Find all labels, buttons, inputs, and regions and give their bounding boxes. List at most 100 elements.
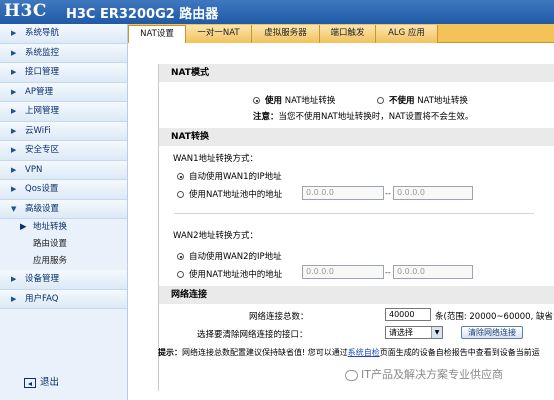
wan2-pool-end-input[interactable]: 0.0.0.0 (393, 265, 473, 279)
chevron-right-icon: ▶ (11, 165, 17, 174)
tab-bar: NAT设置 一对一NAT 虚拟服务器 端口触发 ALG 应用 (128, 24, 554, 43)
sidebar-item-vpn[interactable]: ▶ VPN (0, 160, 127, 180)
wan1-pool-label: 使用NAT地址池中的地址 (189, 190, 283, 200)
wan2-pool-option[interactable]: 使用NAT地址池中的地址 (177, 268, 282, 280)
chevron-right-icon: ▶ (11, 185, 17, 193)
wan1-auto-option[interactable]: 自动使用WAN1的IP地址 (177, 170, 282, 182)
clear-interface-label: 选择要清除网络连接的接口： (197, 330, 308, 340)
sidebar-item-qos[interactable]: ▶ Qos设置 (0, 180, 127, 200)
sidebar-item-interface[interactable]: ▶ 接口管理 (0, 63, 127, 83)
wan1-pool-option[interactable]: 使用NAT地址池中的地址 (177, 188, 282, 200)
tip-text-after: 页面生成的设备自检报告中查看到设备当前运 (379, 348, 540, 357)
wan2-label: WAN2地址转换方式： (173, 231, 259, 241)
watermark: IT产品及解决方案专业供应商 (345, 366, 503, 382)
tab-alg[interactable]: ALG 应用 (376, 25, 438, 43)
wan2-pool-label: 使用NAT地址池中的地址 (189, 270, 283, 280)
chevron-right-icon: ▶ (11, 294, 17, 303)
wan1-auto-label: 自动使用WAN1的IP地址 (189, 172, 282, 182)
main-content: NAT模式 使用 NAT地址转换 不使用 NAT地址转换 注意：当您不使用NAT… (128, 43, 554, 400)
wan1-pool-start-input[interactable]: 0.0.0.0 (302, 186, 384, 200)
sidebar-item-advanced[interactable]: ▼ 高级设置 (0, 199, 127, 219)
chevron-right-icon: ▶ (11, 146, 17, 154)
clear-interface-selected: 请选择 (389, 328, 413, 337)
sidebar-subitem-nat[interactable]: ▶ 地址转换 (0, 219, 127, 236)
chevron-down-icon: ▼ (431, 327, 442, 338)
wan2-auto-radio[interactable] (177, 253, 184, 260)
sidebar-item-system-nav[interactable]: ▶ 系统导航 (0, 24, 127, 44)
sidebar-item-label: 上网管理 (25, 106, 60, 116)
clear-connections-button[interactable]: 清除网络连接 (461, 326, 523, 339)
tab-port-trigger[interactable]: 端口触发 (320, 25, 376, 43)
section-network-connection-title: 网络连接 (159, 286, 554, 304)
section-nat-mode-title: NAT模式 (159, 64, 554, 82)
wan2-auto-label: 自动使用WAN2的IP地址 (189, 252, 282, 262)
exit-icon (24, 377, 36, 388)
sidebar-item-cloud-wifi[interactable]: ▶ 云WiFi (0, 121, 127, 141)
sidebar-item-label: 云WiFi (25, 125, 51, 136)
sidebar-subitem-app-service[interactable]: 应用服务 (0, 253, 127, 270)
wan1-pool-end-input[interactable]: 0.0.0.0 (393, 186, 473, 200)
sidebar-item-label: 系统导航 (25, 28, 60, 38)
product-title: H3C ER3200G2 路由器 (66, 7, 219, 22)
wan1-auto-radio[interactable] (177, 173, 184, 180)
tip-bar: 提示：网络连接总数配置建议保持缺省值! 您可以通过系统自检页面生成的设备自检报告… (158, 346, 554, 360)
chevron-right-icon: ▶ (11, 126, 17, 135)
sidebar-item-device-mgmt[interactable]: ▶ 设备管理 (0, 270, 127, 290)
nat-no-use-option[interactable]: 不使用 NAT地址转换 (377, 94, 468, 106)
wan2-range-dash: -- (385, 268, 391, 277)
sidebar-item-label: 接口管理 (25, 67, 60, 77)
tip-text-before: 网络连接总数配置建议保持缺省值! 您可以通过 (182, 348, 348, 357)
tab-virtual-server[interactable]: 虚拟服务器 (252, 25, 320, 43)
sidebar-item-ap[interactable]: ▶ AP管理 (0, 82, 127, 102)
sidebar-item-label: AP管理 (25, 86, 53, 97)
nat-no-use-radio[interactable] (377, 97, 384, 104)
sidebar-subitem-label: 地址转换 (33, 222, 68, 232)
sidebar-item-label: 系统监控 (25, 47, 60, 58)
wan2-pool-radio[interactable] (177, 271, 184, 278)
chevron-right-icon: ▶ (20, 222, 27, 232)
nat-settings-panel: NAT模式 使用 NAT地址转换 不使用 NAT地址转换 注意：当您不使用NAT… (158, 64, 554, 391)
sidebar-item-security[interactable]: ▶ 安全专区 (0, 141, 127, 161)
chat-icon (345, 369, 358, 381)
nat-use-radio[interactable] (253, 97, 260, 104)
nat-use-option[interactable]: 使用 NAT地址转换 (253, 94, 335, 106)
chevron-right-icon: ▶ (11, 87, 17, 96)
sidebar-subitem-routing[interactable]: 路由设置 (0, 236, 127, 253)
nat-use-suffix: NAT地址转换 (282, 96, 336, 106)
h3c-logo: H3C (4, 1, 47, 21)
wan1-pool-radio[interactable] (177, 191, 184, 198)
system-check-link[interactable]: 系统自检 (348, 348, 380, 357)
chevron-right-icon: ▶ (11, 107, 17, 115)
nat-no-use-suffix: NAT地址转换 (414, 96, 468, 106)
chevron-right-icon: ▶ (11, 68, 17, 76)
tab-nat-settings[interactable]: NAT设置 (128, 25, 186, 43)
sidebar-item-system-monitor[interactable]: ▶ 系统监控 (0, 43, 127, 63)
chevron-right-icon: ▶ (11, 48, 17, 57)
clear-interface-select[interactable]: 请选择 ▼ (385, 326, 443, 339)
header-bar: H3C H3C ER3200G2 路由器 (0, 0, 554, 24)
nat-use-prefix: 使用 (265, 96, 283, 106)
wan1-label: WAN1地址转换方式： (173, 154, 259, 164)
tab-one-to-one-nat[interactable]: 一对一NAT (186, 25, 252, 43)
total-connections-input[interactable]: 40000 (385, 308, 431, 321)
sidebar-subitem-label: 应用服务 (33, 256, 68, 266)
exit-label: 退出 (40, 377, 60, 388)
watermark-text: IT产品及解决方案专业供应商 (361, 368, 503, 381)
divider (174, 213, 534, 214)
sidebar-item-label: VPN (25, 164, 43, 175)
total-connections-label: 网络连接总数： (249, 312, 309, 322)
exit-button[interactable]: 退出 (24, 374, 59, 388)
sidebar: ▶ 系统导航 ▶ 系统监控 ▶ 接口管理 ▶ AP管理 ▶ 上网管理 ▶ 云WiFi ▶ 安全… (0, 24, 128, 400)
wan2-auto-option[interactable]: 自动使用WAN2的IP地址 (177, 250, 282, 262)
tip-label: 提示： (158, 348, 182, 357)
sidebar-subitem-label: 路由设置 (33, 239, 68, 249)
chevron-right-icon: ▶ (11, 275, 17, 283)
wan2-pool-start-input[interactable]: 0.0.0.0 (302, 265, 384, 279)
chevron-down-icon: ▼ (11, 204, 17, 213)
chevron-right-icon: ▶ (11, 29, 17, 37)
sidebar-item-label: 安全专区 (25, 145, 60, 155)
sidebar-item-user-faq[interactable]: ▶ 用户FAQ (0, 289, 127, 309)
sidebar-item-label: 设备管理 (25, 274, 60, 284)
sidebar-item-internet[interactable]: ▶ 上网管理 (0, 102, 127, 122)
nat-mode-note: 注意：当您不使用NAT地址转换时，NAT设置将不会生效。 (253, 110, 473, 122)
